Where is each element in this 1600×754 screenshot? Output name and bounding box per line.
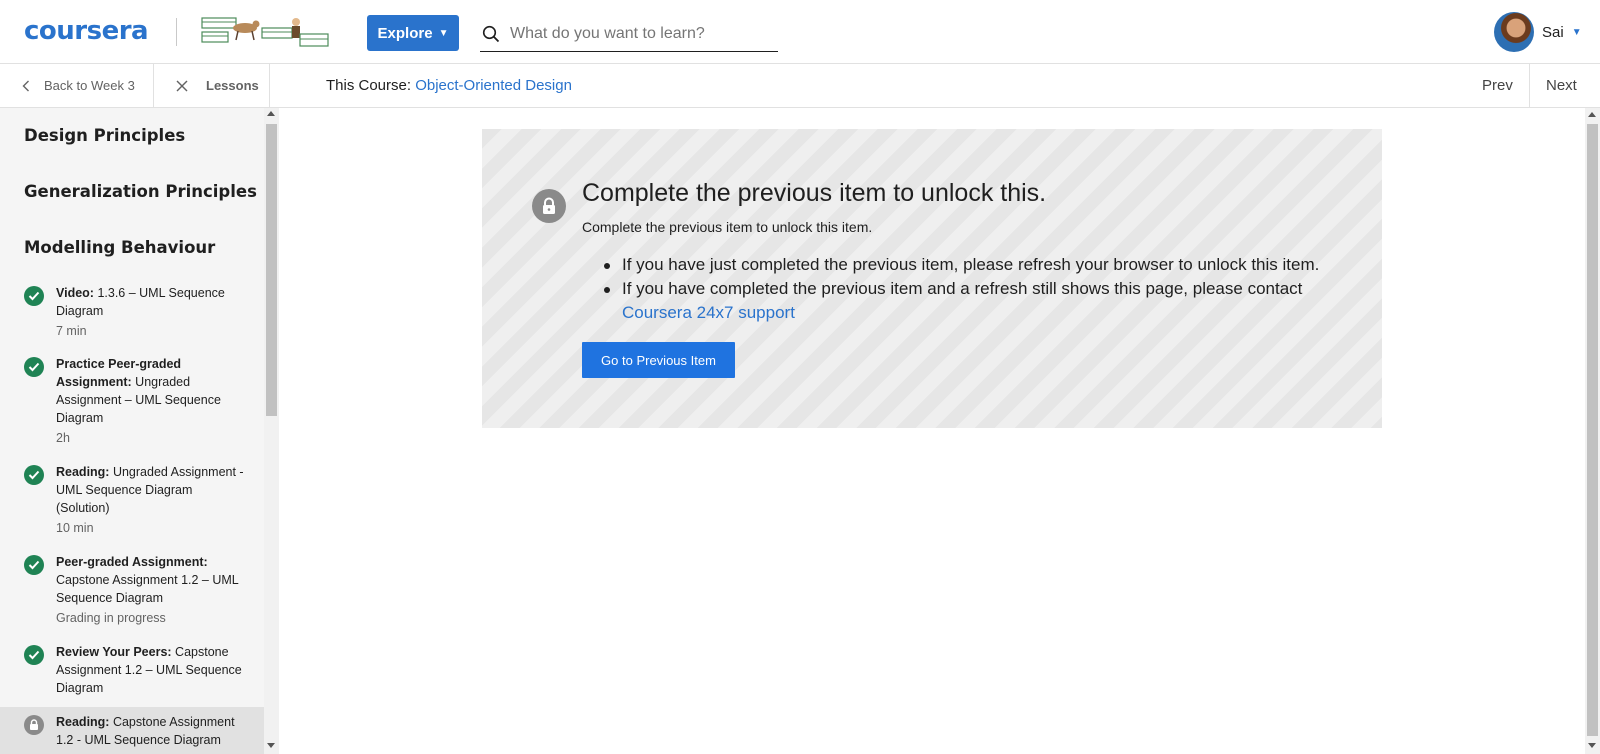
lessons-label: Lessons: [206, 78, 259, 93]
item-meta: Grading in progress: [56, 611, 166, 625]
course-subnav: Back to Week 3 Lessons This Course: Obje…: [0, 64, 1600, 108]
scroll-up-icon[interactable]: [267, 111, 275, 116]
list-item: If you have just completed the previous …: [604, 253, 1364, 277]
go-to-previous-item-button[interactable]: Go to Previous Item: [582, 342, 735, 378]
user-menu[interactable]: Sai ▼: [1494, 12, 1582, 52]
item-title: Peer-graded Assignment: Capstone Assignm…: [56, 555, 239, 605]
card-subtitle: Complete the previous item to unlock thi…: [582, 219, 873, 235]
locked-item-card: Complete the previous item to unlock thi…: [482, 129, 1382, 428]
chevron-down-icon: ▼: [438, 27, 449, 39]
search-bar: [480, 16, 778, 52]
list-item[interactable]: Peer-graded Assignment: Capstone Assignm…: [0, 553, 264, 627]
list-item[interactable]: Reading: Ungraded Assignment - UML Seque…: [0, 463, 264, 537]
scroll-down-icon[interactable]: [267, 743, 275, 748]
lessons-toggle[interactable]: Lessons: [154, 64, 270, 107]
scroll-up-icon[interactable]: [1588, 112, 1596, 117]
course-breadcrumb: This Course: Object-Oriented Design: [326, 77, 572, 94]
main-scrollbar[interactable]: [1585, 108, 1600, 754]
close-icon: [176, 80, 188, 91]
item-title: Review Your Peers: Capstone Assignment 1…: [56, 645, 242, 695]
lock-icon: [24, 715, 44, 735]
back-to-week-link[interactable]: Back to Week 3: [0, 64, 154, 107]
bullet-text: If you have just completed the previous …: [622, 255, 1320, 274]
bullet-text: If you have completed the previous item …: [622, 279, 1303, 298]
search-input[interactable]: [510, 24, 770, 43]
prev-button[interactable]: Prev: [1468, 64, 1530, 107]
item-title: Reading: Capstone Assignment 1.2 - UML S…: [56, 715, 235, 747]
coursera-logo[interactable]: coursera: [24, 16, 149, 46]
explore-label: Explore: [377, 24, 433, 42]
item-meta: 2h: [56, 431, 70, 445]
checkmark-icon: [24, 645, 44, 665]
card-title: Complete the previous item to unlock thi…: [582, 179, 1047, 207]
list-item-current[interactable]: Reading: Capstone Assignment 1.2 - UML S…: [0, 707, 264, 754]
item-title: Practice Peer-graded Assignment: Ungrade…: [56, 357, 221, 425]
logo-divider: [176, 18, 177, 46]
instructions-list: If you have just completed the previous …: [604, 253, 1364, 325]
checkmark-icon: [24, 357, 44, 377]
next-button[interactable]: Next: [1546, 77, 1577, 94]
section-design-principles[interactable]: Design Principles: [24, 126, 185, 145]
checkmark-icon: [24, 286, 44, 306]
checkmark-icon: [24, 465, 44, 485]
lessons-sidebar: Design Principles Generalization Princip…: [0, 108, 264, 754]
list-item: If you have completed the previous item …: [604, 277, 1364, 325]
user-name: Sai: [1542, 23, 1564, 41]
search-icon: [482, 25, 500, 42]
list-item[interactable]: Review Your Peers: Capstone Assignment 1…: [0, 643, 264, 697]
item-title: Reading: Ungraded Assignment - UML Seque…: [56, 465, 244, 515]
item-meta: 7 min: [56, 324, 87, 338]
section-modelling-behaviour[interactable]: Modelling Behaviour: [24, 238, 215, 257]
partner-logo-illustration: [201, 17, 329, 47]
list-item[interactable]: Video: 1.3.6 – UML Sequence Diagram 7 mi…: [0, 284, 264, 340]
course-prefix: This Course:: [326, 77, 412, 94]
avatar[interactable]: [1494, 12, 1534, 52]
item-meta: 10 min: [56, 521, 94, 535]
lock-icon: [532, 189, 566, 223]
list-item[interactable]: Practice Peer-graded Assignment: Ungrade…: [0, 355, 264, 447]
checkmark-icon: [24, 555, 44, 575]
item-title: Video: 1.3.6 – UML Sequence Diagram: [56, 286, 225, 318]
scroll-down-icon[interactable]: [1588, 743, 1596, 748]
support-link[interactable]: Coursera 24x7 support: [622, 303, 795, 322]
course-name-link[interactable]: Object-Oriented Design: [415, 77, 572, 94]
sidebar-scrollbar[interactable]: [264, 108, 279, 754]
scrollbar-thumb[interactable]: [266, 124, 277, 416]
section-generalization-principles[interactable]: Generalization Principles: [24, 182, 257, 201]
explore-button[interactable]: Explore ▼: [367, 15, 459, 51]
top-header: coursera Explore ▼ Sai ▼: [0, 0, 1600, 64]
caret-down-icon: ▼: [1571, 26, 1582, 38]
chevron-left-icon: [22, 80, 29, 91]
back-label: Back to Week 3: [44, 78, 135, 93]
scrollbar-thumb[interactable]: [1587, 124, 1598, 736]
